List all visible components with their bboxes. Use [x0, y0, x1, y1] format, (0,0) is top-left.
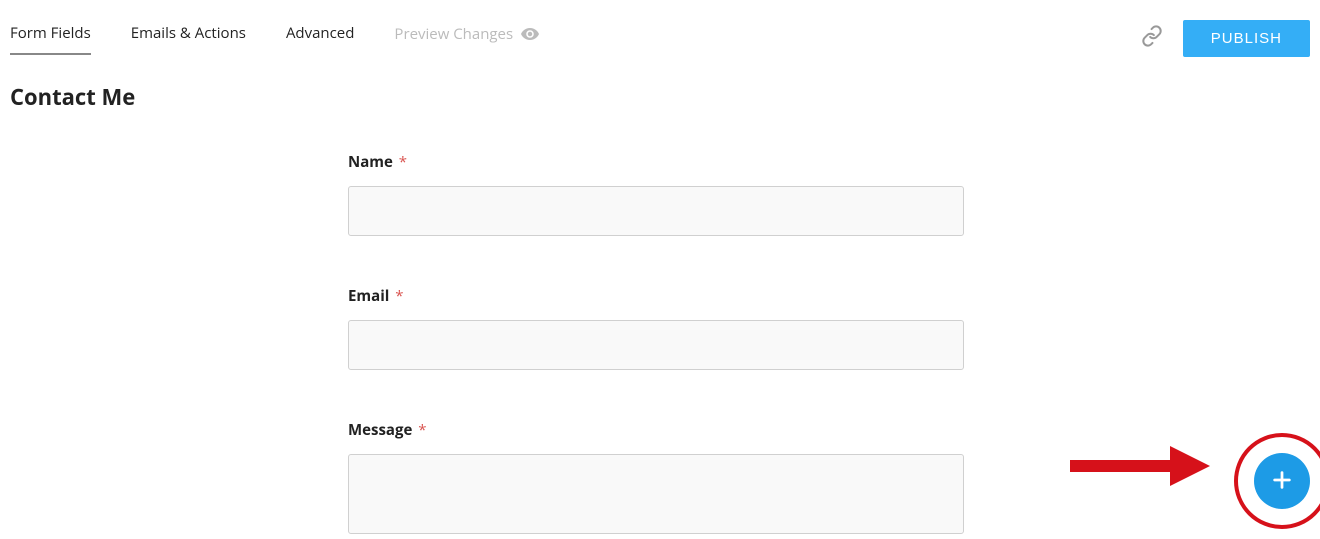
top-right-actions: PUBLISH	[1141, 20, 1310, 57]
tabs: Form Fields Emails & Actions Advanced Pr…	[10, 23, 539, 55]
name-input[interactable]	[348, 186, 964, 236]
message-label-text: Message	[348, 420, 412, 440]
form-title: Contact Me	[10, 82, 1320, 112]
eye-icon	[521, 28, 539, 40]
form-area: Name * Email * Message *	[348, 152, 964, 539]
top-bar: Form Fields Emails & Actions Advanced Pr…	[0, 0, 1320, 57]
message-label: Message *	[348, 420, 964, 440]
field-group-message: Message *	[348, 420, 964, 539]
plus-icon	[1271, 469, 1293, 494]
message-input[interactable]	[348, 454, 964, 534]
tab-preview-label: Preview Changes	[394, 24, 513, 44]
tab-form-fields[interactable]: Form Fields	[10, 23, 91, 55]
required-indicator: *	[399, 152, 407, 172]
name-label-text: Name	[348, 152, 393, 172]
tab-advanced[interactable]: Advanced	[286, 23, 354, 55]
tab-emails-actions[interactable]: Emails & Actions	[131, 23, 246, 55]
link-icon[interactable]	[1141, 25, 1163, 52]
publish-button[interactable]: PUBLISH	[1183, 20, 1310, 57]
name-label: Name *	[348, 152, 964, 172]
field-group-name: Name *	[348, 152, 964, 236]
required-indicator: *	[418, 420, 426, 440]
email-label-text: Email	[348, 286, 389, 306]
email-label: Email *	[348, 286, 964, 306]
required-indicator: *	[395, 286, 403, 306]
add-button-container	[1254, 453, 1310, 509]
field-group-email: Email *	[348, 286, 964, 370]
email-input[interactable]	[348, 320, 964, 370]
annotation-arrow	[1070, 446, 1220, 486]
tab-preview-changes[interactable]: Preview Changes	[394, 23, 539, 55]
add-field-button[interactable]	[1254, 453, 1310, 509]
